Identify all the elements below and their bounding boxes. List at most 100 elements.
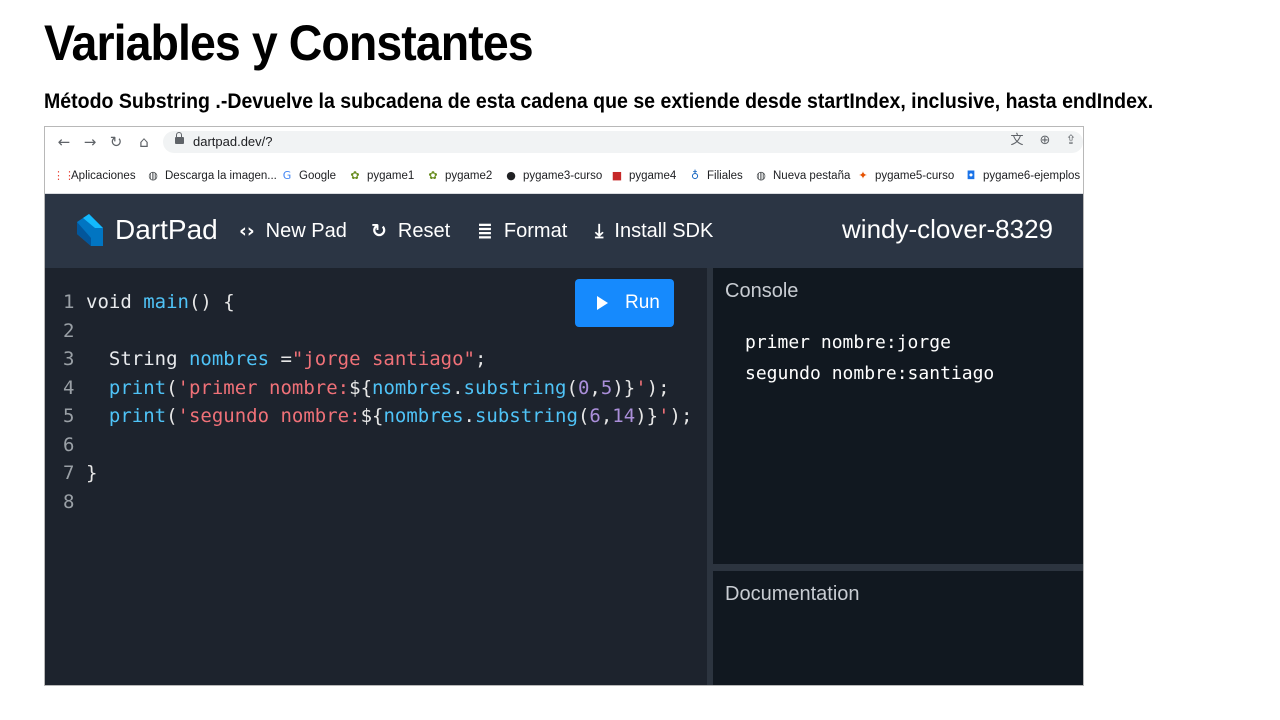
dart-logo-icon <box>77 214 103 246</box>
install-sdk-label: Install SDK <box>614 219 714 242</box>
bookmark-label: Google <box>299 170 337 182</box>
code-editor[interactable]: 1 void main() {2 3 String nombres ="jorge … <box>45 268 707 685</box>
line-number: 6 <box>63 433 75 456</box>
play-icon <box>597 296 608 310</box>
code-token: print <box>86 405 167 427</box>
line-number: 2 <box>63 319 75 342</box>
code-token: 14 <box>612 405 636 427</box>
code-token: nombres <box>372 376 453 399</box>
url-text[interactable]: dartpad.dev/? <box>193 134 273 149</box>
bookmark-item[interactable]: ⋮⋮ Aplicaciones <box>53 168 136 184</box>
code-token: ${ <box>349 376 373 399</box>
code-token: substring <box>463 376 567 399</box>
bookmark-item[interactable]: ✿ pygame2 <box>427 168 492 184</box>
code-text: } <box>86 459 97 487</box>
address-bar[interactable]: dartpad.dev/? <box>163 131 1083 153</box>
code-token: . <box>452 376 464 399</box>
code-token: ( <box>566 376 578 399</box>
bookmark-item[interactable]: ♁ Filiales <box>689 168 743 184</box>
code-line[interactable]: 3 String nombres ="jorge santiago"; <box>45 345 705 373</box>
bookmark-label: Nueva pestaña <box>773 170 851 182</box>
bookmark-item[interactable]: ✿ pygame1 <box>349 168 414 184</box>
code-token: 0 <box>577 376 590 399</box>
google-icon: G <box>282 169 292 182</box>
bookmark-item[interactable]: ◘ pygame6-ejemplos <box>965 168 1081 184</box>
dark-circle-icon: ● <box>506 169 516 182</box>
bookmark-item[interactable]: G Google <box>281 168 336 184</box>
bookmark-item[interactable]: ● pygame3-curso <box>505 168 602 184</box>
code-token: = <box>269 348 292 370</box>
code-token: ( <box>166 405 178 427</box>
code-token: substring <box>474 405 578 427</box>
code-token: main <box>143 291 189 313</box>
horizontal-splitter[interactable] <box>713 564 1083 571</box>
align-lines-icon: ≣ <box>477 220 493 242</box>
console-output-line: segundo nombre:santiago <box>745 363 995 384</box>
code-text: print('segundo nombre:${nombres.substrin… <box>86 402 693 430</box>
new-pad-button[interactable]: ‹› New Pad <box>239 218 347 244</box>
code-token: )} <box>612 376 636 399</box>
run-label: Run <box>625 292 660 313</box>
bookmark-item[interactable]: ◍ Nueva pestaña <box>755 168 850 184</box>
code-token: ( <box>577 405 590 427</box>
code-line[interactable]: 4 print('primer nombre:${nombres.substri… <box>45 374 705 402</box>
code-token: ); <box>669 405 693 427</box>
bookmark-label: Aplicaciones <box>71 170 136 182</box>
slide-subtitle: Método Substring .-Devuelve la subcadena… <box>44 90 1154 113</box>
bookmark-item[interactable]: ◍ Descarga la imagen... <box>147 168 277 184</box>
share-icon[interactable]: ⇪ <box>1063 133 1079 149</box>
code-text: String nombres ="jorge santiago"; <box>86 345 487 373</box>
code-line[interactable]: 7} <box>45 459 705 487</box>
code-token: ${ <box>360 405 384 427</box>
code-line[interactable]: 6 <box>45 431 705 459</box>
code-token: 5 <box>600 376 613 399</box>
bookmark-item[interactable]: ■ pygame4 <box>611 168 677 184</box>
globe-icon: ◍ <box>148 169 158 182</box>
translate-icon[interactable]: 文 <box>1009 133 1025 149</box>
zoom-icon[interactable]: ⊕ <box>1037 133 1053 149</box>
bookmark-label: pygame3-curso <box>523 170 603 182</box>
code-token: 'segundo nombre: <box>177 405 361 427</box>
forward-arrow-icon[interactable]: → <box>81 133 99 151</box>
code-token: 6 <box>589 405 601 427</box>
dartpad-header: DartPad ‹› New Pad ↻ Reset ≣ Format ⤓ In… <box>45 194 1083 268</box>
bookmark-label: pygame4 <box>629 170 677 182</box>
pad-name[interactable]: windy-clover-8329 <box>842 214 1053 245</box>
back-arrow-icon[interactable]: ← <box>55 133 73 151</box>
code-token: ; <box>474 348 487 370</box>
code-token: ' <box>658 405 670 427</box>
code-token: . <box>463 405 475 427</box>
lock-icon <box>175 132 184 144</box>
code-token: , <box>600 405 613 427</box>
console-output-line: primer nombre:jorge <box>745 332 951 353</box>
shield-icon: ◘ <box>966 169 976 182</box>
console-title: Console <box>725 280 799 302</box>
code-token: )} <box>635 405 659 427</box>
documentation-panel: Documentation <box>713 571 1083 685</box>
bookmark-label: pygame5-curso <box>875 170 955 182</box>
line-number: 5 <box>63 405 75 427</box>
code-line[interactable]: 8 <box>45 488 705 516</box>
code-token: print <box>86 376 167 399</box>
dartpad-brand[interactable]: DartPad <box>115 214 218 246</box>
reload-icon[interactable]: ↻ <box>107 133 125 151</box>
bookmark-label: pygame1 <box>367 170 415 182</box>
install-sdk-button[interactable]: ⤓ Install SDK <box>595 218 713 244</box>
download-icon: ⤓ <box>595 220 604 242</box>
format-button[interactable]: ≣ Format <box>477 218 567 244</box>
slide-title: Variables y Constantes <box>44 15 534 71</box>
reset-button[interactable]: ↻ Reset <box>371 218 450 244</box>
line-number: 7 <box>63 462 75 484</box>
code-line[interactable]: 5 print('segundo nombre:${nombres.substr… <box>45 402 705 430</box>
code-token: nombres <box>188 348 270 370</box>
browser-toolbar: ← → ↻ ⌂ dartpad.dev/? 文 ⊕ ⇪ <box>45 127 1083 158</box>
code-token: "jorge santiago" <box>291 348 475 370</box>
fox-icon: ✦ <box>858 169 868 182</box>
run-button[interactable]: Run <box>575 279 674 327</box>
home-icon[interactable]: ⌂ <box>135 133 153 151</box>
line-number: 1 <box>63 291 75 313</box>
code-brackets-icon: ‹› <box>239 220 255 242</box>
code-token: , <box>589 376 601 399</box>
bookmark-item[interactable]: ✦ pygame5-curso <box>857 168 954 184</box>
bookmark-label: Filiales <box>707 170 743 182</box>
